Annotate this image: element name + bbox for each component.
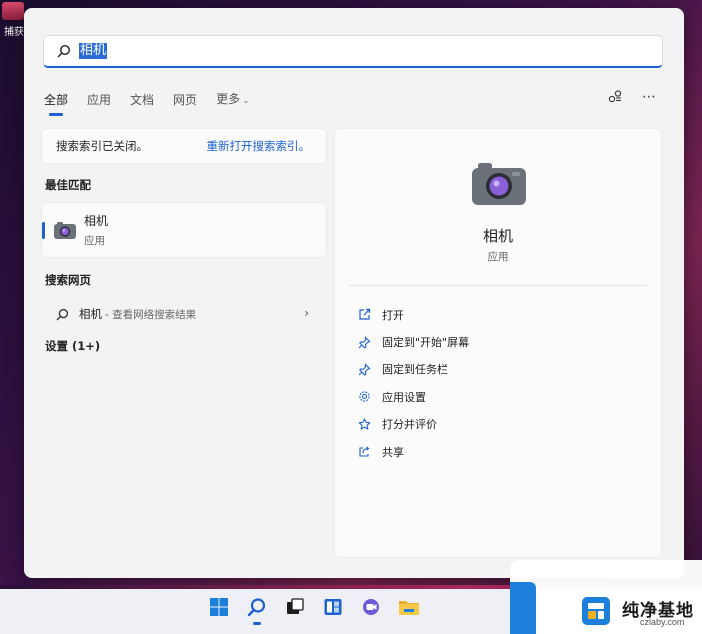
- reopen-index-link[interactable]: 重新打开搜索索引。: [207, 138, 311, 154]
- best-match-heading: 最佳匹配: [45, 178, 91, 192]
- open-icon: [357, 308, 371, 322]
- brand-logo: [582, 597, 610, 625]
- desktop-shortcut-label: 捕获: [4, 27, 24, 38]
- pin-to-start-action[interactable]: 固定到"开始"屏幕: [357, 328, 469, 355]
- search-icon[interactable]: [245, 595, 269, 625]
- pin-to-taskbar-label: 固定到任务栏: [382, 363, 448, 377]
- share-label: 共享: [382, 445, 404, 459]
- detail-divider: [349, 285, 647, 286]
- search-input[interactable]: 相机: [43, 35, 663, 68]
- web-search-query: 相机: [79, 307, 102, 321]
- account-switch-icon[interactable]: [607, 88, 623, 106]
- best-match-item[interactable]: 相机 应用: [41, 202, 327, 258]
- detail-app-name: 相机: [482, 227, 513, 245]
- tab-more[interactable]: 更多 ⌄: [216, 90, 250, 110]
- watermark-accent: [510, 582, 536, 634]
- open-action-label: 打开: [382, 308, 404, 322]
- tab-documents[interactable]: 文档: [130, 91, 154, 109]
- camera-icon: [472, 163, 526, 205]
- tab-more-label: 更多: [216, 92, 241, 106]
- app-settings-action[interactable]: 应用设置: [357, 383, 469, 410]
- detail-app-type: 应用: [487, 251, 509, 263]
- chevron-right-icon: ›: [304, 306, 309, 320]
- chat-icon[interactable]: [359, 595, 383, 619]
- search-icon: [56, 43, 72, 59]
- best-match-type: 应用: [84, 235, 105, 247]
- detail-pane: 相机 应用 打开 固定到"开始"屏幕 固定到任务栏 应用设置 打分并评价 共享: [334, 128, 662, 558]
- star-icon: [357, 417, 371, 431]
- pin-icon: [357, 362, 371, 376]
- index-notice: 搜索索引已关闭。 重新打开搜索索引。: [41, 128, 327, 164]
- rate-review-label: 打分并评价: [382, 418, 437, 432]
- taskbar-apps: [207, 595, 435, 625]
- detail-actions: 打开 固定到"开始"屏幕 固定到任务栏 应用设置 打分并评价 共享: [357, 301, 469, 465]
- capture-app-icon: [2, 2, 24, 20]
- app-settings-label: 应用设置: [382, 390, 426, 404]
- results-list: 搜索索引已关闭。 重新打开搜索索引。 最佳匹配 相机 应用 搜索网页 相机 - …: [41, 128, 327, 354]
- search-panel: 相机 全部 应用 文档 网页 更多 ⌄ ⋯ 搜索索引已关闭。 重新打开搜索索引。 …: [24, 8, 684, 578]
- desktop-shortcut[interactable]: 捕获: [0, 0, 26, 42]
- more-options-icon[interactable]: ⋯: [641, 88, 657, 106]
- header-actions: ⋯: [607, 88, 657, 106]
- pin-icon: [357, 335, 371, 349]
- share-action[interactable]: 共享: [357, 438, 469, 465]
- open-action[interactable]: 打开: [357, 301, 469, 328]
- pin-to-taskbar-action[interactable]: 固定到任务栏: [357, 356, 469, 383]
- index-notice-message: 搜索索引已关闭。: [56, 139, 148, 153]
- search-query-text: 相机: [79, 43, 108, 59]
- camera-icon: [54, 222, 76, 239]
- gear-icon: [357, 390, 371, 404]
- tab-web[interactable]: 网页: [173, 91, 197, 109]
- search-icon: [55, 307, 69, 321]
- file-explorer-icon[interactable]: [397, 595, 421, 619]
- share-icon: [357, 445, 371, 459]
- best-match-name: 相机: [84, 214, 109, 228]
- tab-apps[interactable]: 应用: [87, 91, 111, 109]
- task-view-icon[interactable]: [283, 595, 307, 619]
- selection-indicator: [42, 222, 45, 239]
- settings-heading[interactable]: 设置 (1+): [41, 338, 327, 354]
- brand-domain: czlaby.com: [640, 617, 685, 627]
- widgets-icon[interactable]: [321, 595, 345, 619]
- web-search-item[interactable]: 相机 - 查看网络搜索结果 ›: [41, 302, 327, 326]
- filter-tabs: 全部 应用 文档 网页 更多 ⌄: [44, 90, 269, 110]
- pin-to-start-label: 固定到"开始"屏幕: [382, 336, 470, 350]
- web-search-heading: 搜索网页: [45, 273, 91, 287]
- site-watermark: 纯净基地 czlaby.com: [510, 560, 702, 634]
- tab-all[interactable]: 全部: [44, 91, 68, 109]
- start-icon[interactable]: [207, 595, 231, 619]
- web-search-hint: - 查看网络搜索结果: [105, 308, 197, 321]
- chevron-down-icon: ⌄: [242, 96, 250, 106]
- rate-review-action[interactable]: 打分并评价: [357, 411, 469, 438]
